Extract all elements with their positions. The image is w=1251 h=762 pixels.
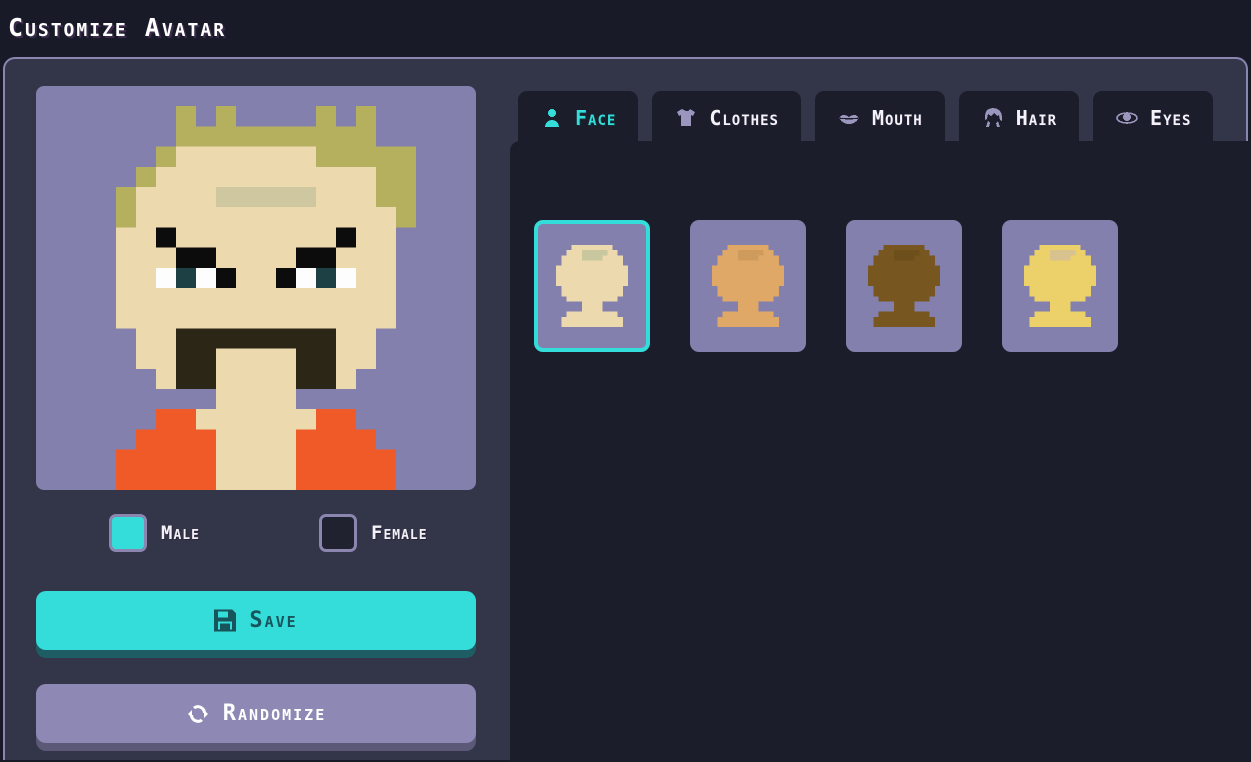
tab-hair[interactable]: Hair bbox=[958, 91, 1080, 145]
option-card-face-1[interactable] bbox=[534, 220, 650, 352]
shuffle-icon bbox=[186, 702, 210, 726]
main-panel: Male Female Save Randomize Face Clothes … bbox=[3, 57, 1251, 762]
floppy-disk-icon bbox=[214, 609, 237, 632]
lips-icon bbox=[837, 106, 861, 130]
tab-label-mouth: Mouth bbox=[871, 106, 923, 130]
tab-label-face: Face bbox=[575, 106, 617, 130]
avatar-preview-card bbox=[36, 86, 476, 490]
tab-label-hair: Hair bbox=[1015, 106, 1058, 130]
options-panel bbox=[510, 141, 1251, 762]
randomize-button[interactable]: Randomize bbox=[36, 684, 476, 743]
eye-icon bbox=[1115, 106, 1139, 130]
category-tab-strip: Face Clothes Mouth Hair Eyes bbox=[518, 87, 1214, 145]
option-card-face-3[interactable] bbox=[846, 220, 962, 352]
page-title: Customize Avatar bbox=[8, 13, 227, 42]
tab-mouth[interactable]: Mouth bbox=[814, 91, 945, 145]
tab-clothes[interactable]: Clothes bbox=[652, 91, 801, 145]
gender-option-female[interactable]: Female bbox=[319, 514, 428, 552]
male-checkbox[interactable] bbox=[109, 514, 147, 552]
female-checkbox[interactable] bbox=[319, 514, 357, 552]
tab-label-clothes: Clothes bbox=[709, 106, 779, 130]
tab-label-eyes: Eyes bbox=[1150, 106, 1192, 130]
option-card-face-2[interactable] bbox=[690, 220, 806, 352]
gender-option-male[interactable]: Male bbox=[109, 514, 200, 552]
option-grid bbox=[534, 220, 1118, 352]
male-label: Male bbox=[161, 522, 200, 544]
hair-icon bbox=[981, 106, 1005, 130]
save-button-label: Save bbox=[249, 608, 298, 633]
gender-selector: Male Female bbox=[36, 514, 478, 566]
person-icon bbox=[540, 106, 564, 130]
option-thumbnail-face-2 bbox=[712, 245, 784, 327]
option-thumbnail-face-4 bbox=[1024, 245, 1096, 327]
shirt-icon bbox=[674, 106, 698, 130]
tab-eyes[interactable]: Eyes bbox=[1093, 91, 1214, 145]
save-button[interactable]: Save bbox=[36, 591, 476, 650]
option-thumbnail-face-3 bbox=[868, 245, 940, 327]
avatar-preview-column bbox=[36, 86, 478, 490]
option-thumbnail-face-1 bbox=[556, 245, 628, 327]
tab-face[interactable]: Face bbox=[518, 91, 639, 145]
randomize-button-label: Randomize bbox=[222, 701, 327, 726]
option-card-face-4[interactable] bbox=[1002, 220, 1118, 352]
female-label: Female bbox=[371, 522, 428, 544]
avatar-pixel-art bbox=[116, 106, 416, 490]
